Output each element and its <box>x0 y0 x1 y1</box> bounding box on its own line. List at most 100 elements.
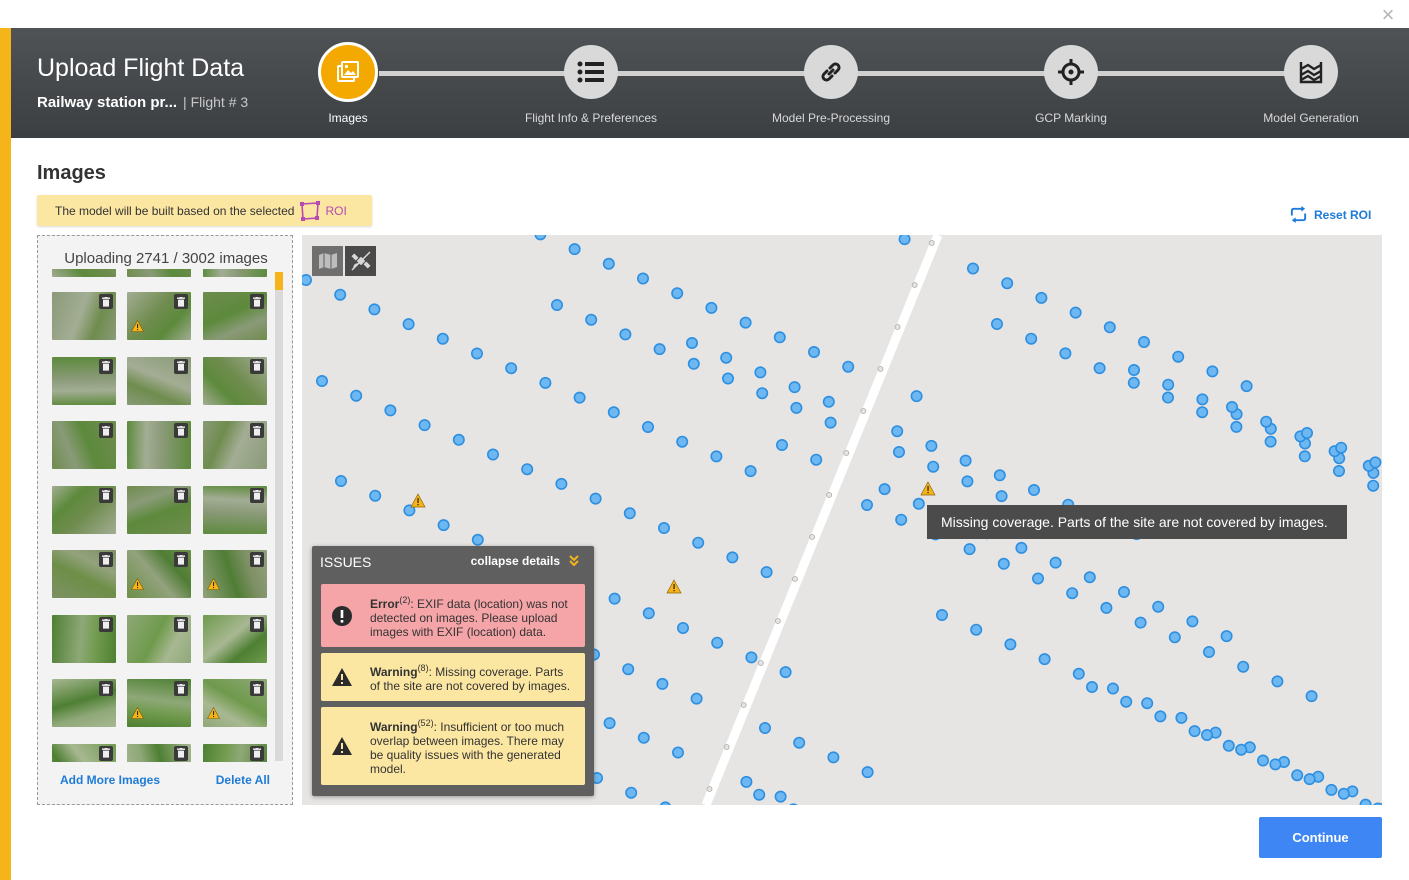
flight-photo-point[interactable] <box>607 406 620 419</box>
flight-photo-point[interactable] <box>1271 675 1284 688</box>
flight-photo-point[interactable] <box>1335 441 1348 454</box>
flight-photo-point[interactable] <box>1038 653 1051 666</box>
trash-icon[interactable] <box>250 616 264 632</box>
flight-photo-point[interactable] <box>773 331 786 344</box>
trash-icon[interactable] <box>99 487 113 503</box>
flight-photo-point[interactable] <box>1305 690 1318 703</box>
flight-photo-point[interactable] <box>568 243 581 256</box>
flight-photo-point[interactable] <box>487 448 500 461</box>
map-type-toggle[interactable] <box>312 246 376 276</box>
flight-photo-point[interactable] <box>1127 364 1140 377</box>
flight-photo-point[interactable] <box>1106 682 1119 695</box>
flight-photo-point[interactable] <box>685 337 698 350</box>
trash-icon[interactable] <box>250 423 264 438</box>
flight-photo-point[interactable] <box>822 395 835 408</box>
image-thumbnail[interactable] <box>52 743 116 762</box>
flight-photo-point[interactable] <box>334 475 347 488</box>
flight-photo-point[interactable] <box>1134 616 1147 629</box>
flight-photo-point[interactable] <box>1083 571 1096 584</box>
flight-photo-point[interactable] <box>807 346 820 359</box>
flight-photo-point[interactable] <box>1093 362 1106 375</box>
flight-photo-point[interactable] <box>1269 758 1282 771</box>
flight-photo-point[interactable] <box>711 636 724 649</box>
flight-photo-point[interactable] <box>1235 743 1248 756</box>
flight-photo-point[interactable] <box>1027 484 1040 497</box>
flight-photo-point[interactable] <box>656 677 669 690</box>
trash-icon[interactable] <box>174 681 188 696</box>
trash-icon[interactable] <box>99 552 113 567</box>
flight-photo-point[interactable] <box>471 347 484 360</box>
flight-photo-point[interactable] <box>1085 680 1098 693</box>
trash-icon[interactable] <box>174 745 188 761</box>
flight-photo-point[interactable] <box>1359 798 1372 805</box>
flight-photo-point[interactable] <box>710 450 723 463</box>
image-thumbnail[interactable] <box>203 421 267 469</box>
image-thumbnail[interactable] <box>203 743 267 762</box>
flight-photo-point[interactable] <box>1196 393 1209 406</box>
flight-photo-point[interactable] <box>895 513 908 526</box>
flight-photo-point[interactable] <box>745 651 758 664</box>
flight-photo-point[interactable] <box>659 801 671 805</box>
flight-photo-point[interactable] <box>756 387 769 400</box>
flight-photo-point[interactable] <box>995 490 1008 503</box>
flight-photo-point[interactable] <box>1333 465 1346 478</box>
flight-photo-point[interactable] <box>1141 697 1154 710</box>
trash-icon[interactable] <box>99 681 113 696</box>
flight-photo-point[interactable] <box>1237 660 1250 673</box>
flight-photo-point[interactable] <box>860 498 873 511</box>
flight-photo-point[interactable] <box>912 497 925 510</box>
image-thumbnail[interactable] <box>203 614 267 663</box>
flight-photo-point[interactable] <box>589 492 602 505</box>
flight-photo-point[interactable] <box>657 521 670 534</box>
flight-photo-point[interactable] <box>970 623 983 636</box>
trash-icon[interactable] <box>250 745 264 761</box>
flight-photo-point[interactable] <box>1152 600 1165 613</box>
image-thumbnail[interactable] <box>127 485 191 534</box>
trash-icon[interactable] <box>250 358 264 374</box>
image-thumbnail[interactable] <box>203 356 267 405</box>
flight-photo-point[interactable] <box>1168 631 1181 644</box>
image-thumbnail[interactable] <box>52 269 116 277</box>
trash-icon[interactable] <box>99 294 113 309</box>
flight-photo-point[interactable] <box>636 272 649 285</box>
flight-photo-point[interactable] <box>573 391 586 404</box>
image-thumbnail[interactable] <box>52 550 116 598</box>
flight-photo-point[interactable] <box>623 507 636 520</box>
step-images[interactable]: Images <box>258 42 438 125</box>
flight-photo-point[interactable] <box>1025 332 1038 345</box>
image-thumbnail[interactable] <box>52 292 116 340</box>
flight-photo-point[interactable] <box>1230 420 1243 433</box>
trash-icon[interactable] <box>174 487 188 503</box>
flight-photo-point[interactable] <box>790 401 803 414</box>
flight-photo-point[interactable] <box>1004 638 1017 651</box>
image-thumbnail[interactable] <box>127 614 191 663</box>
flight-photo-point[interactable] <box>760 566 773 579</box>
scrollbar-thumb[interactable] <box>275 272 283 290</box>
flight-photo-point[interactable] <box>739 316 752 329</box>
flight-photo-point[interactable] <box>619 328 632 341</box>
flight-photo-point[interactable] <box>744 465 757 478</box>
flight-photo-point[interactable] <box>671 287 684 300</box>
flight-photo-point[interactable] <box>436 332 449 345</box>
flight-photo-point[interactable] <box>368 303 381 316</box>
flight-photo-point[interactable] <box>687 357 700 370</box>
flight-photo-point[interactable] <box>1240 380 1253 393</box>
flight-photo-point[interactable] <box>1367 479 1380 492</box>
flight-photo-point[interactable] <box>788 381 801 394</box>
flight-photo-point[interactable] <box>608 592 621 605</box>
image-thumbnail[interactable] <box>52 485 116 534</box>
flight-photo-point[interactable] <box>1256 754 1269 767</box>
flight-photo-point[interactable] <box>993 469 1006 482</box>
flight-photo-point[interactable] <box>892 446 905 459</box>
flight-photo-point[interactable] <box>471 533 484 546</box>
image-thumbnail[interactable] <box>52 356 116 405</box>
image-thumbnail[interactable] <box>203 679 267 727</box>
flight-photo-point[interactable] <box>959 454 972 467</box>
flight-photo-point[interactable] <box>1175 711 1188 724</box>
trash-icon[interactable] <box>174 294 188 309</box>
flight-photo-point[interactable] <box>418 419 431 432</box>
trash-icon[interactable] <box>99 745 113 761</box>
flight-photo-point[interactable] <box>653 343 666 356</box>
trash-icon[interactable] <box>250 681 264 696</box>
flight-photo-point[interactable] <box>505 362 518 375</box>
